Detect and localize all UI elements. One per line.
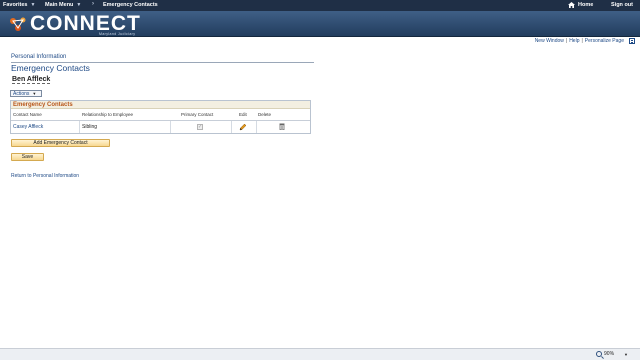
- add-emergency-contact-button[interactable]: Add Emergency Contact: [11, 139, 110, 147]
- return-to-personal-information-link[interactable]: Return to Personal Information: [11, 173, 79, 179]
- magnifier-icon: [596, 351, 603, 357]
- top-nav-bar: Favorites ▼ Main Menu ▼ › Emergency Cont…: [0, 0, 640, 11]
- breadcrumb-current-label: Emergency Contacts: [103, 2, 158, 8]
- chevron-down-icon: ▼: [76, 2, 82, 8]
- chevron-down-icon: ▼: [30, 2, 36, 8]
- help-link[interactable]: Help: [569, 38, 579, 44]
- home-label: Home: [578, 2, 594, 8]
- link-separator: |: [581, 38, 583, 44]
- edit-pencil-icon[interactable]: [239, 123, 247, 131]
- zoom-control[interactable]: 90% ▼: [596, 351, 628, 357]
- sign-out-link[interactable]: Sign out: [611, 2, 633, 8]
- delete-trash-icon[interactable]: [279, 123, 285, 130]
- breadcrumb-current: Emergency Contacts: [103, 2, 158, 8]
- chevron-down-icon: ▼: [32, 91, 37, 96]
- column-header-edit: Edit: [239, 112, 247, 117]
- sign-out-label: Sign out: [611, 2, 633, 8]
- home-icon: [568, 2, 575, 8]
- header-banner: CONNECT Maryland Judiciary: [0, 11, 640, 37]
- chevron-down-icon: ▼: [624, 351, 628, 357]
- link-separator: |: [565, 38, 568, 44]
- actions-dropdown[interactable]: Actions ▼: [10, 90, 42, 97]
- actions-label: Actions: [13, 90, 30, 97]
- home-link[interactable]: Home: [568, 2, 593, 8]
- section-heading: Personal Information: [11, 54, 67, 60]
- grid-title: Emergency Contacts: [11, 101, 310, 109]
- browser-status-bar: 90% ▼: [0, 348, 640, 360]
- page-title: Emergency Contacts: [11, 63, 90, 73]
- favorites-label: Favorites: [3, 2, 28, 8]
- main-menu[interactable]: Main Menu ▼: [45, 2, 81, 8]
- employee-name: Ben Affleck: [12, 76, 51, 84]
- list-view-icon[interactable]: [629, 38, 635, 44]
- emergency-contacts-grid: Emergency Contacts Contact Name Relation…: [10, 100, 311, 134]
- connect-logo-subtitle: Maryland Judiciary: [99, 32, 136, 36]
- page-links: New Window | Help | Personalize Page: [535, 38, 635, 44]
- column-header-primary-contact[interactable]: Primary Contact: [181, 112, 213, 117]
- contact-name-link[interactable]: Casey Affleck: [13, 124, 43, 130]
- personalize-page-link[interactable]: Personalize Page: [585, 38, 624, 44]
- save-button[interactable]: Save: [11, 153, 44, 161]
- grid-header-row: Contact Name Relationship to Employee Pr…: [11, 109, 310, 121]
- column-header-delete: Delete: [258, 112, 272, 117]
- main-menu-label: Main Menu: [45, 2, 74, 8]
- zoom-level: 90%: [604, 351, 615, 357]
- breadcrumb-separator-icon: ›: [92, 1, 94, 7]
- connect-logo-icon: [10, 17, 26, 31]
- primary-contact-checkbox[interactable]: ✓: [197, 124, 203, 130]
- column-header-contact-name[interactable]: Contact Name: [13, 112, 42, 117]
- new-window-link[interactable]: New Window: [535, 38, 564, 44]
- favorites-menu[interactable]: Favorites ▼: [3, 2, 35, 8]
- app-window: Favorites ▼ Main Menu ▼ › Emergency Cont…: [0, 0, 640, 360]
- table-row: Casey Affleck Sibling ✓: [11, 121, 310, 133]
- relationship-value: Sibling: [82, 124, 98, 130]
- column-header-relationship[interactable]: Relationship to Employee: [82, 112, 133, 117]
